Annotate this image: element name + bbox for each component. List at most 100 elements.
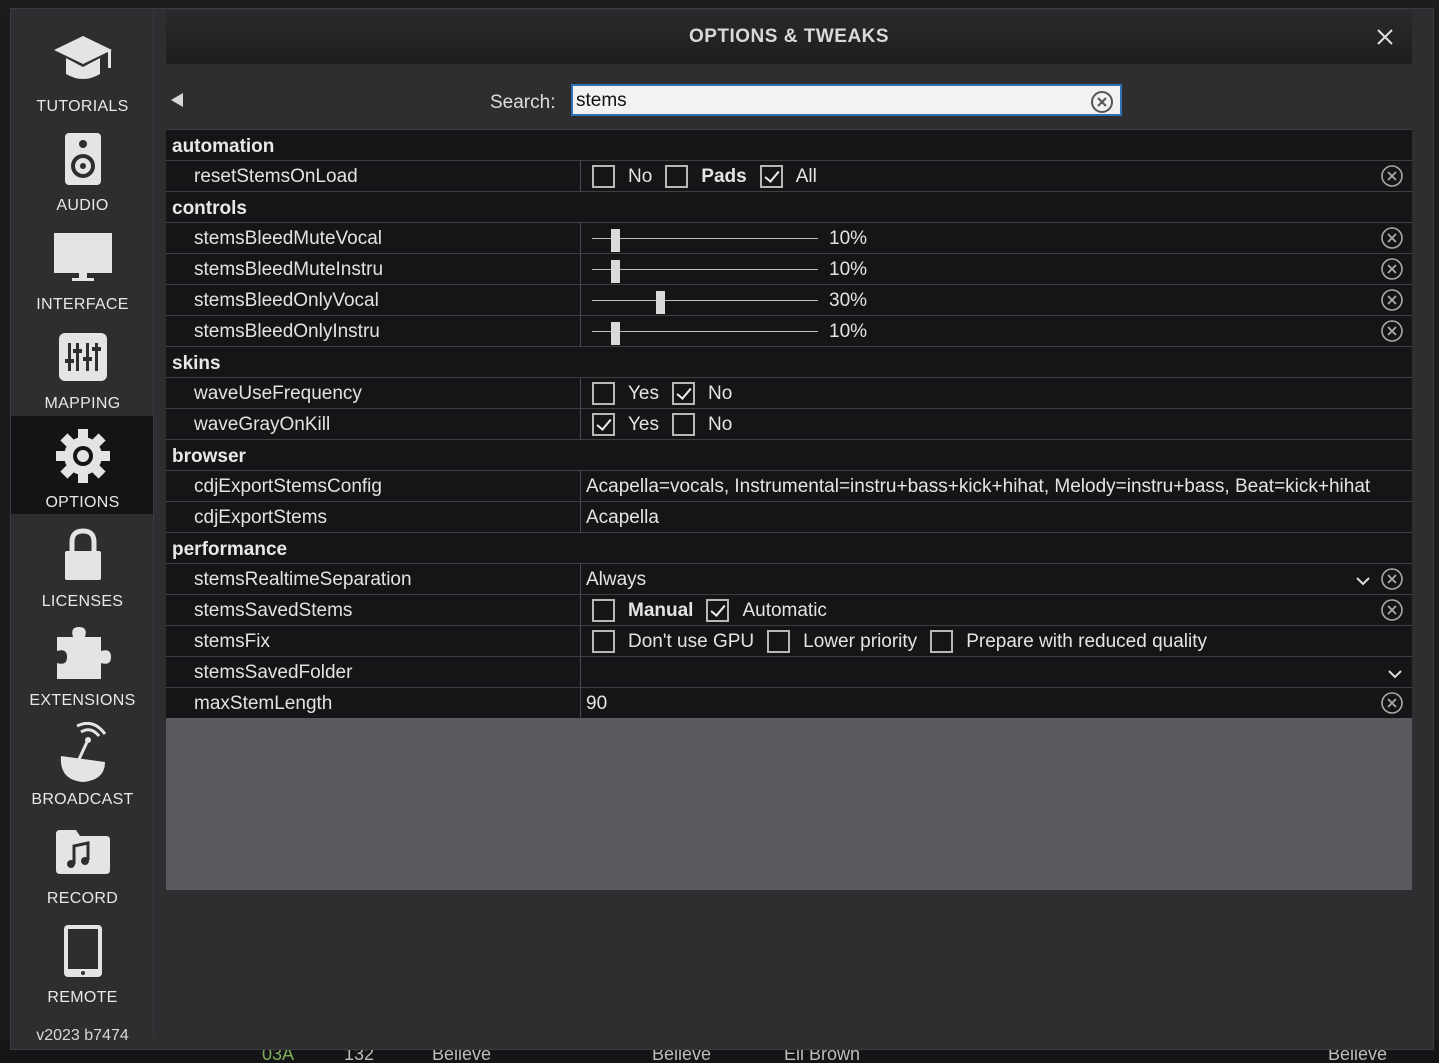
slider-value: 10% (829, 228, 868, 249)
satellite-dish-icon (51, 722, 115, 783)
reset-circle-icon (1381, 289, 1403, 311)
reset-button[interactable] (1380, 257, 1404, 286)
reset-button[interactable] (1380, 691, 1404, 720)
setting-name: resetStemsOnLoad (194, 166, 358, 187)
checkbox-dont-use-gpu[interactable] (592, 630, 615, 653)
setting-name: cdjExportStems (194, 507, 328, 528)
back-button[interactable] (170, 92, 184, 113)
sidebar-item-label: AUDIO (56, 197, 109, 214)
setting-value-text: 90 (586, 693, 608, 714)
setting-row-waveUseFrequency: waveUseFrequency Yes No (166, 377, 1412, 409)
checkbox-lower-priority[interactable] (767, 630, 791, 653)
slider-track (592, 269, 818, 270)
bleed-slider[interactable] (592, 260, 818, 283)
sidebar-item-extensions[interactable]: EXTENSIONS (11, 614, 154, 712)
reset-circle-icon (1381, 165, 1403, 187)
setting-row-stemsRealtimeSeparation: stemsRealtimeSeparation Always (166, 563, 1412, 596)
slider-track (592, 300, 818, 301)
sidebar-item-interface[interactable]: INTERFACE (11, 218, 154, 316)
bleed-slider[interactable] (592, 322, 818, 345)
option-group: No Pads All (592, 165, 830, 188)
search-clear-button[interactable] (1090, 90, 1114, 119)
checkbox-yes[interactable] (592, 382, 615, 405)
lock-icon (51, 525, 115, 585)
sidebar-item-label: MAPPING (44, 395, 121, 412)
reset-button[interactable] (1380, 319, 1404, 348)
sidebar-item-tutorials[interactable]: TUTORIALS (11, 20, 154, 118)
column-divider (580, 688, 581, 719)
option-label: No (628, 165, 653, 187)
checkbox-no[interactable] (672, 413, 695, 436)
setting-row-cdjExportStemsConfig: cdjExportStemsConfig Acapella=vocals, In… (166, 470, 1412, 502)
column-divider (580, 409, 581, 440)
sidebar-item-mapping[interactable]: MAPPING (11, 317, 154, 415)
slider-value: 30% (829, 290, 868, 311)
option-label: No (708, 413, 733, 435)
reset-button[interactable] (1380, 226, 1404, 255)
sidebar-item-options[interactable]: OPTIONS (11, 416, 154, 514)
setting-name: cdjExportStemsConfig (194, 476, 382, 497)
checkbox-reduced-quality[interactable] (930, 630, 954, 653)
chevron-down-icon (1356, 577, 1370, 586)
setting-name: maxStemLength (194, 693, 333, 714)
setting-dropdown[interactable] (586, 657, 1386, 688)
sidebar-item-remote[interactable]: REMOTE (11, 911, 154, 1009)
setting-name: stemsRealtimeSeparation (194, 569, 412, 590)
setting-value-field[interactable]: 90 (586, 688, 1386, 719)
slider-thumb[interactable] (610, 229, 620, 252)
close-button[interactable] (1372, 24, 1398, 50)
slider-thumb[interactable] (655, 291, 665, 314)
sliders-icon (51, 327, 115, 387)
sidebar-item-broadcast[interactable]: BROADCAST (11, 713, 154, 811)
setting-name: stemsFix (194, 631, 270, 652)
checkbox-no[interactable] (592, 165, 615, 188)
option-label: No (708, 382, 733, 404)
section-title: browser (172, 446, 246, 467)
dropdown-toggle[interactable] (1356, 573, 1370, 591)
dropdown-toggle[interactable] (1388, 666, 1402, 684)
column-divider (580, 564, 581, 595)
reset-circle-icon (1381, 599, 1403, 621)
search-input[interactable] (576, 88, 1076, 113)
sidebar-item-audio[interactable]: AUDIO (11, 119, 154, 217)
slider-thumb[interactable] (610, 260, 620, 283)
option-label: Prepare with reduced quality (966, 630, 1207, 652)
reset-button[interactable] (1380, 598, 1404, 627)
option-label: Pads (701, 165, 747, 187)
sidebar-divider (153, 12, 154, 1037)
dropdown-selected-value: Always (586, 569, 647, 590)
slider-thumb[interactable] (610, 322, 620, 345)
setting-value-field[interactable]: Acapella=vocals, Instrumental=instru+bas… (586, 471, 1412, 502)
options-panel: OPTIONS & TWEAKS Search: automation rese… (166, 10, 1412, 890)
checkbox-all[interactable] (759, 165, 783, 188)
setting-row-stemsFix: stemsFix Don't use GPU Lower priority Pr… (166, 625, 1412, 657)
setting-row-waveGrayOnKill: waveGrayOnKill Yes No (166, 408, 1412, 440)
bleed-slider[interactable] (592, 291, 818, 314)
option-label: Manual (628, 599, 694, 621)
setting-dropdown[interactable]: Always (586, 564, 1386, 595)
bleed-slider[interactable] (592, 229, 818, 252)
sidebar-item-licenses[interactable]: LICENSES (11, 515, 154, 613)
column-divider (580, 285, 581, 316)
reset-button[interactable] (1380, 288, 1404, 317)
search-box (571, 84, 1122, 116)
setting-row-cdjExportStems: cdjExportStems Acapella (166, 501, 1412, 533)
setting-name: waveUseFrequency (194, 383, 362, 404)
checkbox-no[interactable] (672, 382, 695, 405)
setting-value-text: Acapella=vocals, Instrumental=instru+bas… (586, 476, 1371, 497)
setting-row-stemsBleedOnlyVocal: stemsBleedOnlyVocal 30% (166, 284, 1412, 317)
checkbox-yes[interactable] (592, 413, 615, 436)
reset-button[interactable] (1380, 164, 1404, 193)
sidebar-item-label: TUTORIALS (36, 98, 129, 115)
checkbox-automatic[interactable] (706, 599, 730, 622)
sidebar-item-record[interactable]: RECORD (11, 812, 154, 910)
reset-button[interactable] (1380, 567, 1404, 596)
close-icon (1377, 29, 1393, 45)
setting-value-field[interactable]: Acapella (586, 502, 1386, 533)
checkbox-pads[interactable] (665, 165, 689, 188)
panel-titlebar: OPTIONS & TWEAKS (166, 10, 1412, 64)
setting-name: stemsBleedOnlyVocal (194, 290, 379, 311)
slider-value: 10% (829, 259, 868, 280)
checkbox-manual[interactable] (592, 599, 615, 622)
column-divider (580, 223, 581, 254)
